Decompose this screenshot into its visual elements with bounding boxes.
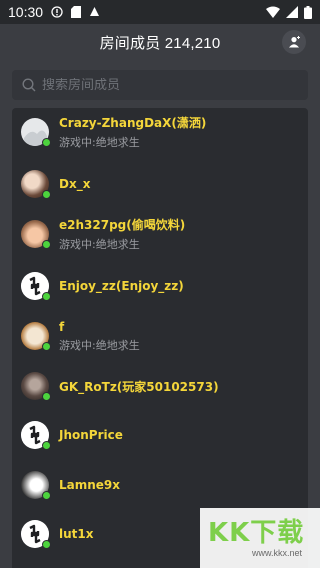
member-name: f <box>59 319 65 334</box>
online-status-indicator <box>42 491 51 500</box>
member-list[interactable]: Crazy-ZhangDaX(潇洒) 游戏中:绝地求生 Dx_x e2h327p… <box>12 108 308 568</box>
online-status-indicator <box>42 540 51 549</box>
member-row[interactable]: e2h327pg(偷喝饮料) 游戏中:绝地求生 <box>12 210 308 258</box>
member-name: Crazy-ZhangDaX(潇洒) <box>59 116 207 130</box>
avatar <box>21 421 51 450</box>
member-name: Enjoy_zz(Enjoy_zz) <box>59 279 184 293</box>
member-row[interactable]: Dx_x <box>12 160 308 208</box>
status-bar: 10:30 <box>0 0 320 24</box>
member-status: 游戏中:绝地求生 <box>59 136 140 149</box>
avatar <box>21 170 51 199</box>
signal-icon <box>286 6 298 18</box>
user-profile-button[interactable] <box>282 30 306 54</box>
search-icon <box>22 78 36 92</box>
online-status-indicator <box>42 441 51 450</box>
online-status-indicator <box>42 342 51 351</box>
member-name: Dx_x <box>59 177 91 191</box>
member-row[interactable]: GK_RoTz(玩家50102573) <box>12 362 308 410</box>
online-status-indicator <box>42 392 51 401</box>
member-status: 游戏中:绝地求生 <box>59 338 140 352</box>
online-status-indicator <box>42 190 51 199</box>
avatar <box>21 471 51 500</box>
header: 房间成员 214,210 <box>0 24 320 60</box>
member-row[interactable]: Crazy-ZhangDaX(潇洒) 游戏中:绝地求生 <box>12 108 308 156</box>
status-time: 10:30 <box>8 4 44 20</box>
member-status: 游戏中:绝地求生 <box>59 238 140 251</box>
avatar <box>21 272 51 301</box>
member-name: e2h327pg(偷喝饮料) <box>59 218 186 232</box>
avatar <box>21 118 51 147</box>
user-icon <box>288 36 300 48</box>
search-bar[interactable] <box>12 70 308 100</box>
member-name: Lamne9x <box>59 478 121 492</box>
alert-icon <box>51 6 63 18</box>
online-status-indicator <box>42 292 51 301</box>
avatar <box>21 520 51 549</box>
watermark-logo: KK下载 <box>208 518 305 548</box>
member-name: JhonPrice <box>59 428 123 442</box>
watermark-url: www.kkx.net <box>252 548 303 558</box>
member-row[interactable]: Enjoy_zz(Enjoy_zz) <box>12 262 308 310</box>
avatar <box>21 220 51 249</box>
watermark: KK下载 www.kkx.net <box>200 508 320 568</box>
avatar <box>21 322 51 351</box>
wifi-icon <box>266 6 280 18</box>
notification-icon <box>89 6 100 18</box>
avatar <box>21 372 51 401</box>
member-row[interactable]: Lamne9x <box>12 461 308 509</box>
sd-card-icon <box>71 6 82 18</box>
member-row[interactable]: f 游戏中:绝地求生 <box>12 312 308 360</box>
online-status-indicator <box>42 240 51 249</box>
page-title: 房间成员 214,210 <box>99 34 221 52</box>
search-input[interactable] <box>42 77 282 93</box>
member-name: GK_RoTz(玩家50102573) <box>59 379 219 394</box>
member-row[interactable]: JhonPrice <box>12 411 308 459</box>
online-status-indicator <box>42 138 51 147</box>
battery-icon <box>304 5 312 19</box>
